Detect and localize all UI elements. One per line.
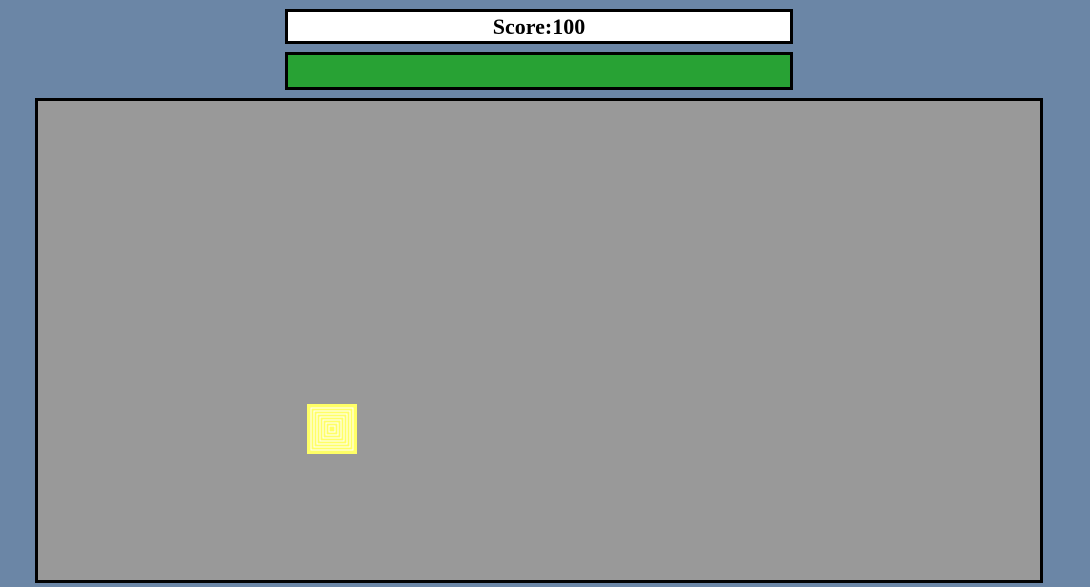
game-area[interactable] bbox=[35, 98, 1043, 583]
concentric-square-icon bbox=[307, 404, 357, 454]
player-square[interactable] bbox=[307, 404, 357, 454]
score-display: Score:100 bbox=[285, 9, 793, 44]
progress-bar bbox=[285, 52, 793, 90]
score-label: Score:100 bbox=[492, 13, 586, 39]
progress-fill bbox=[288, 55, 790, 87]
